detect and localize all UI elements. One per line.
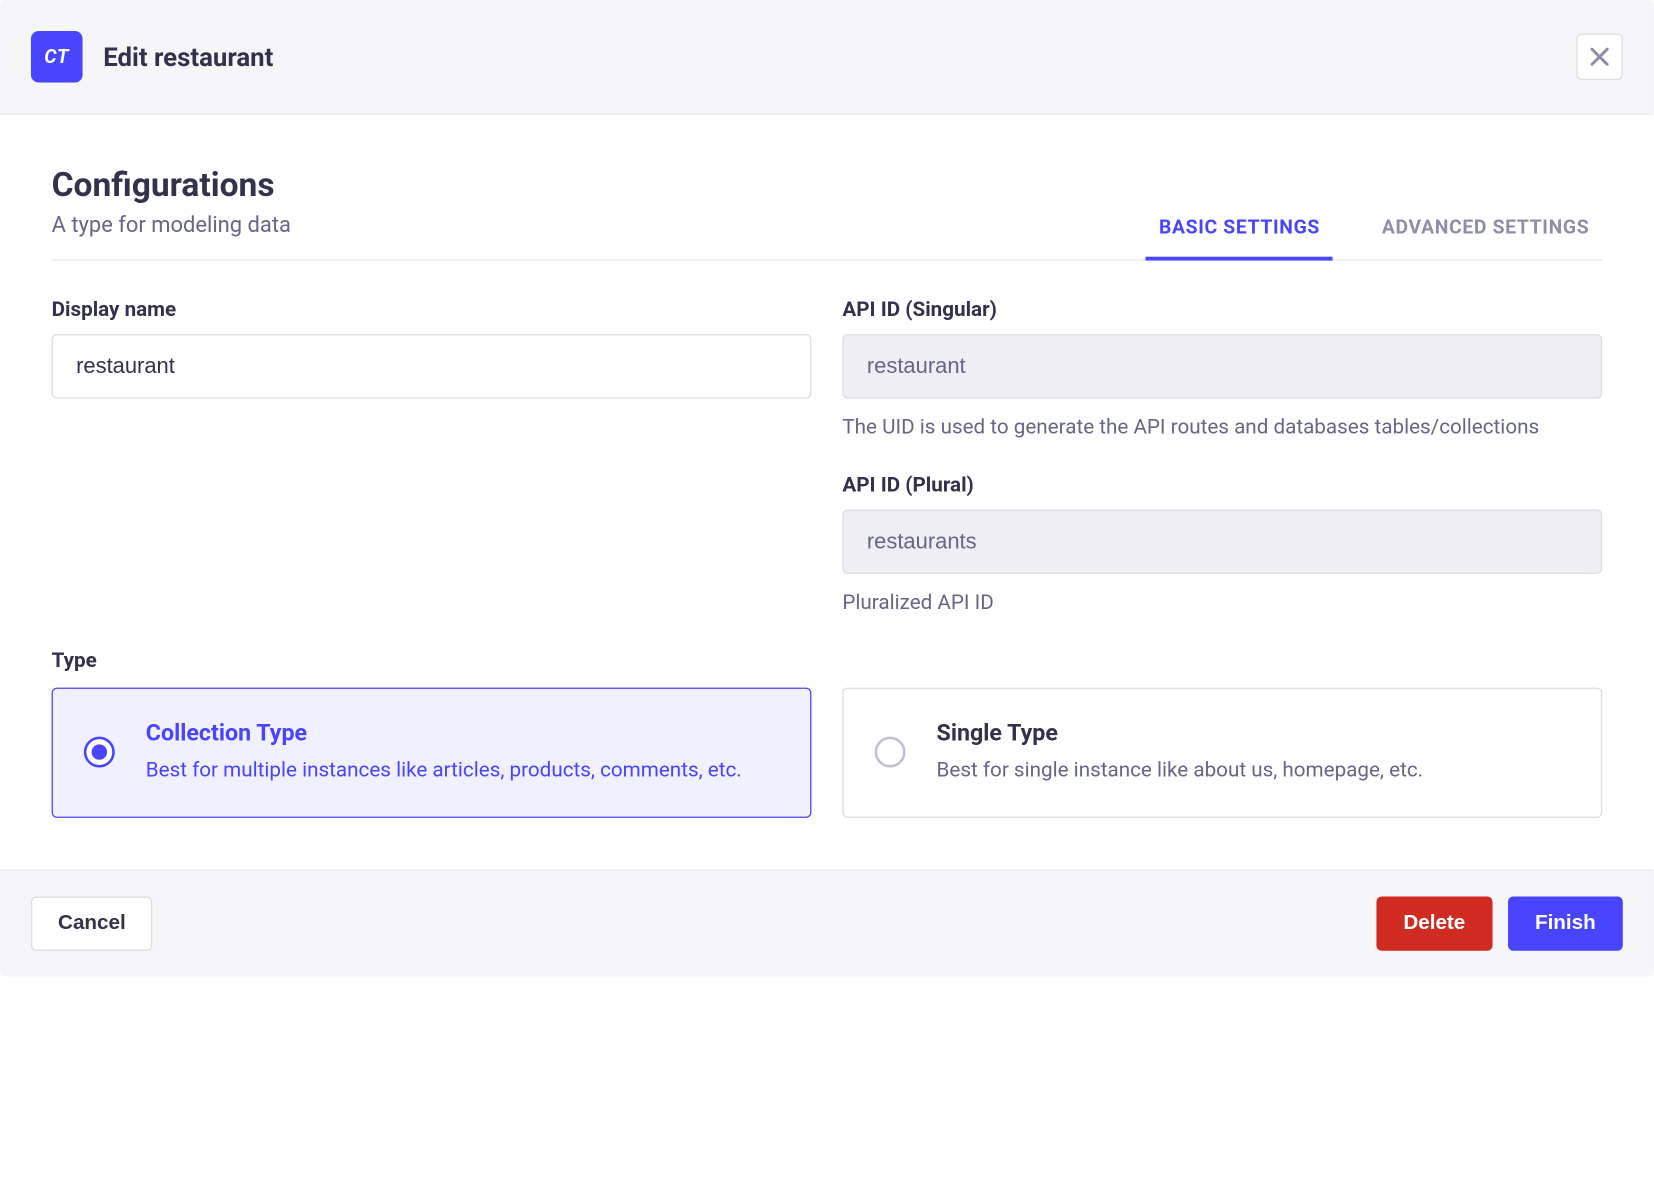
api-id-column: API ID (Singular) The UID is used to gen…	[842, 297, 1602, 617]
modal-title: Edit restaurant	[103, 41, 273, 72]
modal-body: Configurations A type for modeling data …	[0, 115, 1654, 869]
api-singular-group: API ID (Singular) The UID is used to gen…	[842, 297, 1602, 442]
type-collection-title: Collection Type	[146, 720, 742, 747]
section-subtitle: A type for modeling data	[52, 213, 291, 239]
api-plural-label: API ID (Plural)	[842, 472, 1602, 497]
api-singular-hint: The UID is used to generate the API rout…	[842, 412, 1602, 442]
radio-collection[interactable]	[84, 737, 115, 768]
tab-advanced-settings[interactable]: Advanced Settings	[1369, 197, 1602, 260]
modal-header-left: CT Edit restaurant	[31, 31, 273, 83]
tab-basic-settings[interactable]: Basic Settings	[1146, 197, 1333, 260]
type-card-single[interactable]: Single Type Best for single instance lik…	[842, 688, 1602, 817]
cancel-button[interactable]: Cancel	[31, 896, 153, 950]
display-name-group: Display name	[52, 297, 812, 617]
api-plural-hint: Pluralized API ID	[842, 587, 1602, 617]
type-single-text: Single Type Best for single instance lik…	[937, 720, 1424, 785]
section-title: Configurations	[52, 166, 291, 205]
section-header: Configurations A type for modeling data …	[52, 166, 1603, 260]
type-section: Type Collection Type Best for multiple i…	[52, 648, 1603, 817]
modal-header: CT Edit restaurant	[0, 0, 1654, 115]
content-type-badge: CT	[31, 31, 83, 83]
modal-footer: Cancel Delete Finish	[0, 869, 1654, 976]
type-single-title: Single Type	[937, 720, 1424, 747]
footer-right: Delete Finish	[1376, 896, 1623, 950]
api-singular-input[interactable]	[842, 334, 1602, 399]
close-button[interactable]	[1576, 34, 1622, 80]
api-plural-group: API ID (Plural) Pluralized API ID	[842, 472, 1602, 617]
radio-single[interactable]	[875, 737, 906, 768]
type-grid: Collection Type Best for multiple instan…	[52, 688, 1603, 817]
display-name-input[interactable]	[52, 334, 812, 399]
type-label: Type	[52, 648, 1603, 673]
delete-button[interactable]: Delete	[1376, 896, 1492, 950]
edit-content-type-modal: CT Edit restaurant Configurations A type…	[0, 0, 1654, 976]
settings-tabs: Basic Settings Advanced Settings	[1146, 197, 1602, 259]
type-single-desc: Best for single instance like about us, …	[937, 755, 1424, 785]
close-icon	[1591, 48, 1609, 66]
type-collection-text: Collection Type Best for multiple instan…	[146, 720, 742, 785]
section-title-block: Configurations A type for modeling data	[52, 166, 291, 259]
display-name-label: Display name	[52, 297, 812, 322]
api-singular-label: API ID (Singular)	[842, 297, 1602, 322]
form-grid: Display name API ID (Singular) The UID i…	[52, 297, 1603, 617]
api-plural-input[interactable]	[842, 510, 1602, 575]
type-collection-desc: Best for multiple instances like article…	[146, 755, 742, 785]
type-card-collection[interactable]: Collection Type Best for multiple instan…	[52, 688, 812, 817]
finish-button[interactable]: Finish	[1508, 896, 1623, 950]
